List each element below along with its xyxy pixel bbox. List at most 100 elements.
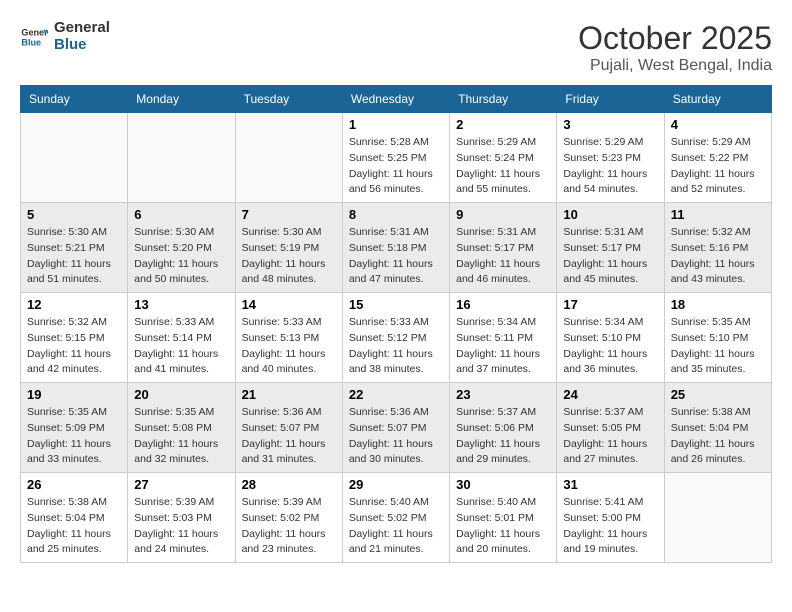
day-number: 13 (134, 297, 228, 312)
month-title: October 2025 (578, 20, 772, 57)
weekday-header-tuesday: Tuesday (235, 86, 342, 113)
calendar-day-20: 20 Sunrise: 5:35 AMSunset: 5:08 PMDayligh… (128, 383, 235, 473)
day-info: Sunrise: 5:33 AMSunset: 5:14 PMDaylight:… (134, 315, 228, 378)
day-info: Sunrise: 5:30 AMSunset: 5:20 PMDaylight:… (134, 225, 228, 288)
day-number: 18 (671, 297, 765, 312)
calendar-day-17: 17Sunrise: 5:34 AMSunset: 5:10 PMDayligh… (557, 293, 664, 383)
calendar-day-2: 2 Sunrise: 5:29 AMSunset: 5:24 PMDaylight… (450, 113, 557, 203)
calendar-day-1: 1Sunrise: 5:28 AMSunset: 5:25 PMDaylight… (342, 113, 449, 203)
calendar-day-31: 31 Sunrise: 5:41 AMSunset: 5:00 PMDayligh… (557, 473, 664, 563)
day-info: Sunrise: 5:40 AMSunset: 5:01 PMDaylight:… (456, 495, 550, 558)
day-number: 24 (563, 387, 657, 402)
calendar-day-27: 27 Sunrise: 5:39 AMSunset: 5:03 PMDayligh… (128, 473, 235, 563)
day-info: Sunrise: 5:33 AMSunset: 5:13 PMDaylight:… (242, 315, 336, 378)
calendar-day-18: 18Sunrise: 5:35 AMSunset: 5:10 PMDayligh… (664, 293, 771, 383)
day-number: 6 (134, 207, 228, 222)
calendar-day-5: 5Sunrise: 5:30 AMSunset: 5:21 PMDaylight… (21, 203, 128, 293)
calendar-week-3: 12 Sunrise: 5:32 AMSunset: 5:15 PMDayligh… (21, 293, 772, 383)
day-number: 9 (456, 207, 550, 222)
day-info: Sunrise: 5:29 AMSunset: 5:22 PMDaylight:… (671, 135, 765, 198)
day-number: 7 (242, 207, 336, 222)
day-number: 23 (456, 387, 550, 402)
day-number: 19 (27, 387, 121, 402)
day-number: 26 (27, 477, 121, 492)
day-number: 3 (563, 117, 657, 132)
day-number: 8 (349, 207, 443, 222)
calendar-day-16: 16 Sunrise: 5:34 AMSunset: 5:11 PMDayligh… (450, 293, 557, 383)
calendar-week-2: 5Sunrise: 5:30 AMSunset: 5:21 PMDaylight… (21, 203, 772, 293)
calendar-day-10: 10 Sunrise: 5:31 AMSunset: 5:17 PMDayligh… (557, 203, 664, 293)
day-number: 10 (563, 207, 657, 222)
day-info: Sunrise: 5:39 AMSunset: 5:03 PMDaylight:… (134, 495, 228, 558)
calendar-day-24: 24 Sunrise: 5:37 AMSunset: 5:05 PMDayligh… (557, 383, 664, 473)
day-info: Sunrise: 5:34 AMSunset: 5:10 PMDaylight:… (563, 315, 657, 378)
weekday-header-friday: Friday (557, 86, 664, 113)
calendar-empty-cell (235, 113, 342, 203)
calendar-day-11: 11Sunrise: 5:32 AMSunset: 5:16 PMDayligh… (664, 203, 771, 293)
day-number: 25 (671, 387, 765, 402)
day-info: Sunrise: 5:31 AMSunset: 5:18 PMDaylight:… (349, 225, 443, 288)
day-info: Sunrise: 5:37 AMSunset: 5:05 PMDaylight:… (563, 405, 657, 468)
day-info: Sunrise: 5:40 AMSunset: 5:02 PMDaylight:… (349, 495, 443, 558)
weekday-header-wednesday: Wednesday (342, 86, 449, 113)
day-info: Sunrise: 5:34 AMSunset: 5:11 PMDaylight:… (456, 315, 550, 378)
calendar-day-6: 6 Sunrise: 5:30 AMSunset: 5:20 PMDaylight… (128, 203, 235, 293)
day-info: Sunrise: 5:36 AMSunset: 5:07 PMDaylight:… (242, 405, 336, 468)
calendar-day-22: 22 Sunrise: 5:36 AMSunset: 5:07 PMDayligh… (342, 383, 449, 473)
calendar-week-4: 19 Sunrise: 5:35 AMSunset: 5:09 PMDayligh… (21, 383, 772, 473)
day-number: 21 (242, 387, 336, 402)
day-info: Sunrise: 5:35 AMSunset: 5:08 PMDaylight:… (134, 405, 228, 468)
day-info: Sunrise: 5:30 AMSunset: 5:21 PMDaylight:… (27, 225, 121, 288)
day-info: Sunrise: 5:38 AMSunset: 5:04 PMDaylight:… (27, 495, 121, 558)
day-info: Sunrise: 5:35 AMSunset: 5:09 PMDaylight:… (27, 405, 121, 468)
day-number: 15 (349, 297, 443, 312)
calendar-table: SundayMondayTuesdayWednesdayThursdayFrid… (20, 85, 772, 563)
day-info: Sunrise: 5:32 AMSunset: 5:15 PMDaylight:… (27, 315, 121, 378)
calendar-day-23: 23 Sunrise: 5:37 AMSunset: 5:06 PMDayligh… (450, 383, 557, 473)
day-number: 29 (349, 477, 443, 492)
calendar-empty-cell (21, 113, 128, 203)
day-number: 12 (27, 297, 121, 312)
day-info: Sunrise: 5:37 AMSunset: 5:06 PMDaylight:… (456, 405, 550, 468)
calendar-day-12: 12 Sunrise: 5:32 AMSunset: 5:15 PMDayligh… (21, 293, 128, 383)
day-number: 16 (456, 297, 550, 312)
calendar-day-26: 26 Sunrise: 5:38 AMSunset: 5:04 PMDayligh… (21, 473, 128, 563)
calendar-day-29: 29 Sunrise: 5:40 AMSunset: 5:02 PMDayligh… (342, 473, 449, 563)
day-info: Sunrise: 5:31 AMSunset: 5:17 PMDaylight:… (563, 225, 657, 288)
weekday-header-monday: Monday (128, 86, 235, 113)
day-info: Sunrise: 5:41 AMSunset: 5:00 PMDaylight:… (563, 495, 657, 558)
page-header: General Blue General Blue October 2025 P… (20, 20, 772, 75)
weekday-header-row: SundayMondayTuesdayWednesdayThursdayFrid… (21, 86, 772, 113)
day-number: 22 (349, 387, 443, 402)
calendar-day-14: 14 Sunrise: 5:33 AMSunset: 5:13 PMDayligh… (235, 293, 342, 383)
weekday-header-thursday: Thursday (450, 86, 557, 113)
day-number: 31 (563, 477, 657, 492)
title-area: October 2025 Pujali, West Bengal, India (578, 20, 772, 75)
day-info: Sunrise: 5:39 AMSunset: 5:02 PMDaylight:… (242, 495, 336, 558)
calendar-day-8: 8 Sunrise: 5:31 AMSunset: 5:18 PMDaylight… (342, 203, 449, 293)
calendar-empty-cell (128, 113, 235, 203)
day-info: Sunrise: 5:36 AMSunset: 5:07 PMDaylight:… (349, 405, 443, 468)
day-number: 30 (456, 477, 550, 492)
calendar-day-15: 15 Sunrise: 5:33 AMSunset: 5:12 PMDayligh… (342, 293, 449, 383)
day-info: Sunrise: 5:30 AMSunset: 5:19 PMDaylight:… (242, 225, 336, 288)
calendar-day-3: 3Sunrise: 5:29 AMSunset: 5:23 PMDaylight… (557, 113, 664, 203)
logo: General Blue General Blue (20, 20, 110, 53)
day-number: 14 (242, 297, 336, 312)
day-info: Sunrise: 5:29 AMSunset: 5:24 PMDaylight:… (456, 135, 550, 198)
day-number: 27 (134, 477, 228, 492)
calendar-day-25: 25Sunrise: 5:38 AMSunset: 5:04 PMDayligh… (664, 383, 771, 473)
logo-general: General (54, 20, 110, 37)
day-number: 20 (134, 387, 228, 402)
calendar-week-5: 26 Sunrise: 5:38 AMSunset: 5:04 PMDayligh… (21, 473, 772, 563)
calendar-day-19: 19 Sunrise: 5:35 AMSunset: 5:09 PMDayligh… (21, 383, 128, 473)
day-number: 2 (456, 117, 550, 132)
svg-text:Blue: Blue (21, 37, 41, 47)
calendar-week-1: 1Sunrise: 5:28 AMSunset: 5:25 PMDaylight… (21, 113, 772, 203)
calendar-day-13: 13 Sunrise: 5:33 AMSunset: 5:14 PMDayligh… (128, 293, 235, 383)
weekday-header-saturday: Saturday (664, 86, 771, 113)
calendar-empty-cell (664, 473, 771, 563)
calendar-day-28: 28Sunrise: 5:39 AMSunset: 5:02 PMDayligh… (235, 473, 342, 563)
day-info: Sunrise: 5:33 AMSunset: 5:12 PMDaylight:… (349, 315, 443, 378)
day-info: Sunrise: 5:28 AMSunset: 5:25 PMDaylight:… (349, 135, 443, 198)
